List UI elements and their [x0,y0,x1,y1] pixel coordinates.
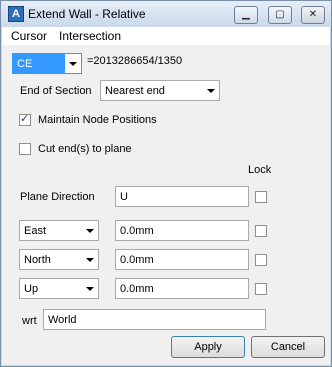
element-reference: =2013286654/1350 [87,55,183,67]
wrt-input[interactable]: World [43,309,266,330]
dialog-window: A Extend Wall - Relative ▁ ▢ ✕ Cursor In… [0,0,332,367]
north-offset-value: 0.0mm [120,254,154,266]
chevron-down-icon [86,229,94,233]
minimize-button[interactable]: ▁ [234,6,258,24]
chevron-down-icon [207,89,215,93]
end-of-section-label: End of Section [20,85,92,97]
maintain-node-positions-label: Maintain Node Positions [38,114,157,126]
cut-ends-to-plane-checkbox[interactable] [19,143,31,155]
minimize-icon: ▁ [242,9,250,20]
direction-select-north[interactable]: North [19,249,99,270]
wrt-label: wrt [22,315,37,327]
close-icon: ✕ [308,9,318,20]
chevron-down-icon [69,62,77,66]
menu-intersection[interactable]: Intersection [59,29,121,43]
window-title: Extend Wall - Relative [28,7,146,21]
plane-direction-value: U [120,191,128,203]
cut-ends-to-plane-label: Cut end(s) to plane [38,143,132,155]
wrt-value: World [48,314,77,326]
up-offset-value: 0.0mm [120,283,154,295]
north-offset-input[interactable]: 0.0mm [115,249,249,270]
direction-select-east[interactable]: East [19,220,99,241]
up-lock-checkbox[interactable] [255,283,267,295]
menu-bar: Cursor Intersection [2,27,330,45]
cancel-button[interactable]: Cancel [251,336,325,358]
lock-header: Lock [248,164,272,176]
plane-direction-input[interactable]: U [115,186,249,207]
end-of-section-value: Nearest end [105,85,165,97]
maximize-button[interactable]: ▢ [268,6,292,24]
direction-value: Up [24,283,39,295]
plane-direction-lock-checkbox[interactable] [255,191,267,203]
direction-value: East [24,225,47,237]
chevron-down-icon [86,258,94,262]
element-type-select[interactable]: CE [12,53,82,74]
east-lock-checkbox[interactable] [255,225,267,237]
north-lock-checkbox[interactable] [255,254,267,266]
dialog-body: CE =2013286654/1350 End of Section Neare… [2,45,330,365]
maintain-node-positions-checkbox[interactable] [19,112,31,126]
east-offset-input[interactable]: 0.0mm [115,220,249,241]
maximize-icon: ▢ [275,9,285,20]
title-bar[interactable]: A Extend Wall - Relative ▁ ▢ ✕ [1,1,331,27]
close-button[interactable]: ✕ [301,6,325,24]
apply-button[interactable]: Apply [171,336,245,358]
end-of-section-select[interactable]: Nearest end [100,80,220,101]
east-offset-value: 0.0mm [120,225,154,237]
up-offset-input[interactable]: 0.0mm [115,278,249,299]
element-type-value: CE [17,58,33,70]
direction-value: North [24,254,51,266]
menu-cursor[interactable]: Cursor [11,29,47,43]
chevron-down-icon [86,287,94,291]
plane-direction-label: Plane Direction [20,191,95,203]
direction-select-up[interactable]: Up [19,278,99,299]
app-icon[interactable]: A [8,6,24,22]
